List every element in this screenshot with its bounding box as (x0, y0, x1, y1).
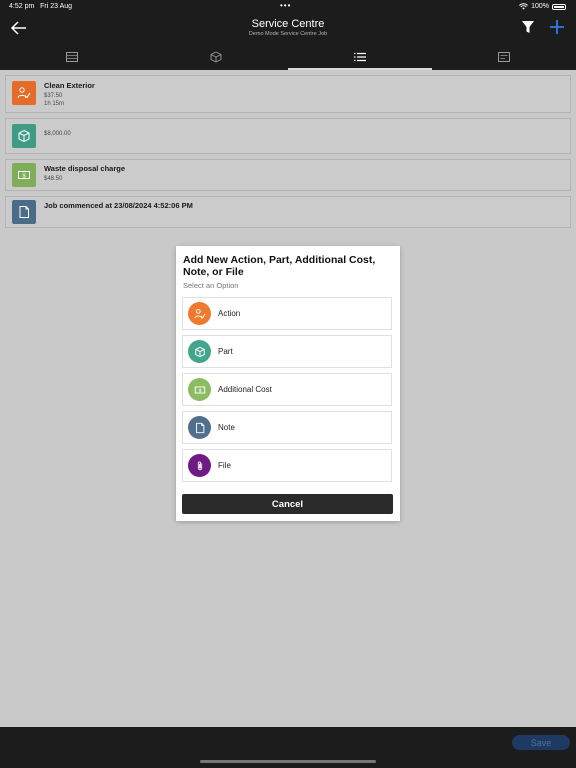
svg-text:$: $ (198, 387, 201, 392)
battery-percent: 100% (531, 3, 549, 10)
page-title: Service Centre (251, 18, 325, 30)
option-note[interactable]: Note (182, 411, 392, 444)
status-bar: 4:52 pm Fri 23 Aug ••• 100% (0, 0, 576, 14)
status-right: 100% (519, 3, 566, 10)
page-subtitle: Demo Mode Service Centre Job (248, 31, 328, 37)
note-icon (12, 200, 36, 224)
item-price: $37.50 (44, 93, 63, 99)
tab-notes[interactable] (432, 44, 576, 70)
list-item[interactable]: $8,000.00 (5, 118, 571, 154)
add-item-dialog: Add New Action, Part, Additional Cost, N… (176, 246, 400, 521)
home-indicator[interactable] (200, 760, 376, 763)
option-label: Part (218, 347, 233, 356)
wifi-icon (519, 3, 529, 10)
svg-text:$: $ (22, 173, 25, 179)
option-label: Action (218, 309, 241, 318)
cost-icon: $ (12, 163, 36, 187)
item-name: Job commenced at 23/08/2024 4:52:06 PM (44, 201, 193, 210)
cost-icon: $ (188, 378, 211, 401)
list-item[interactable]: $ Waste disposal charge $48.50 (5, 159, 571, 191)
option-part[interactable]: Part (182, 335, 392, 368)
top-bar: 4:52 pm Fri 23 Aug ••• 100% Service Cent… (0, 0, 576, 70)
tab-parts[interactable] (144, 44, 288, 70)
dialog-subtitle: Select an Option (183, 281, 239, 290)
bottom-bar: Save (0, 727, 576, 768)
save-button[interactable]: Save (512, 735, 570, 750)
note-icon (188, 416, 211, 439)
add-icon[interactable] (548, 18, 566, 36)
status-time: 4:52 pm Fri 23 Aug (9, 3, 73, 10)
notes-icon (498, 52, 510, 62)
item-duration: 1h 15m (44, 101, 65, 107)
cancel-button[interactable]: Cancel (182, 494, 393, 514)
item-name: Clean Exterior (44, 81, 95, 90)
part-icon (12, 124, 36, 148)
dialog-title: Add New Action, Part, Additional Cost, N… (183, 254, 376, 278)
option-additional-cost[interactable]: $ Additional Cost (182, 373, 392, 406)
option-file[interactable]: File (182, 449, 392, 482)
tab-list[interactable] (288, 44, 432, 70)
multitasking-dots[interactable]: ••• (280, 1, 291, 10)
item-name: Waste disposal charge (44, 164, 125, 173)
battery-icon (552, 3, 566, 10)
job-items-list: Clean Exterior $37.50 1h 15m $8,000.00 $… (5, 75, 571, 233)
part-icon (188, 340, 211, 363)
tab-details[interactable] (0, 44, 144, 70)
option-label: Additional Cost (218, 385, 272, 394)
list-item[interactable]: Job commenced at 23/08/2024 4:52:06 PM (5, 196, 571, 228)
item-price: $48.50 (44, 176, 63, 182)
list-icon (354, 52, 366, 62)
option-action[interactable]: Action (182, 297, 392, 330)
action-icon (12, 81, 36, 105)
filter-icon[interactable] (520, 19, 536, 35)
details-icon (66, 52, 78, 62)
action-icon (188, 302, 211, 325)
attachment-icon (188, 454, 211, 477)
item-price: $8,000.00 (44, 131, 71, 137)
option-label: Note (218, 423, 235, 432)
box-icon (210, 51, 222, 63)
option-label: File (218, 461, 231, 470)
tab-bar (0, 44, 576, 70)
list-item[interactable]: Clean Exterior $37.50 1h 15m (5, 75, 571, 113)
